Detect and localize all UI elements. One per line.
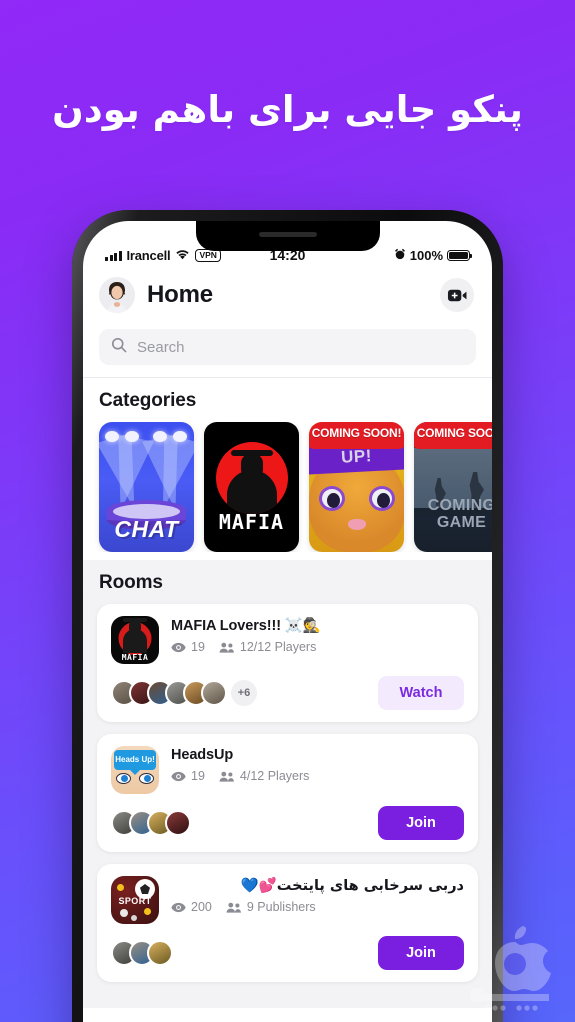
room-footer: Join bbox=[111, 806, 464, 840]
room-header: Heads Up! HeadsUp 19 4/12 Players bbox=[111, 746, 464, 794]
phone-screen: Irancell VPN 14:20 100% Home Search Cate… bbox=[83, 221, 492, 1022]
room-card[interactable]: SPORT دربی سرخابی های پایتخت💕💙 200 9 Pub… bbox=[97, 864, 478, 982]
page-title: Home bbox=[147, 281, 213, 308]
coming-soon-ribbon: COMING SOON! bbox=[309, 422, 404, 449]
more-avatars-badge: +6 bbox=[231, 680, 257, 706]
mafia-circle-icon bbox=[215, 442, 288, 514]
avatar bbox=[165, 810, 191, 836]
spotlight-lamps-icon bbox=[99, 422, 194, 448]
carrier-label: Irancell bbox=[126, 248, 171, 263]
room-card[interactable]: MAFIA MAFIA Lovers!!! ☠️🕵️ 19 12/12 Play… bbox=[97, 604, 478, 722]
avatar bbox=[201, 680, 227, 706]
status-bar-right: 100% bbox=[394, 248, 473, 263]
room-meta: HeadsUp 19 4/12 Players bbox=[171, 746, 464, 783]
players-stat: 9 Publishers bbox=[226, 900, 316, 914]
room-footer: Join bbox=[111, 936, 464, 970]
people-icon bbox=[226, 902, 241, 913]
people-icon bbox=[219, 642, 234, 653]
rooms-section: Rooms MAFIA MAFIA Lovers!!! ☠️🕵️ 19 12/1… bbox=[83, 560, 492, 1008]
views-count: 19 bbox=[191, 640, 205, 654]
avatar bbox=[147, 940, 173, 966]
categories-title: Categories bbox=[99, 390, 197, 411]
earpiece-speaker bbox=[258, 232, 317, 237]
views-stat: 200 bbox=[171, 900, 212, 914]
eye-icon bbox=[171, 771, 186, 781]
battery-percent-label: 100% bbox=[409, 248, 443, 263]
room-stats: 200 9 Publishers bbox=[171, 900, 464, 914]
category-label: COMING GAME bbox=[427, 497, 492, 532]
headsup-room-icon: Heads Up! bbox=[111, 746, 159, 794]
join-button[interactable]: Join bbox=[378, 936, 464, 970]
people-icon bbox=[219, 771, 234, 782]
players-stat: 4/12 Players bbox=[219, 769, 309, 783]
phone-mockup: Irancell VPN 14:20 100% Home Search Cate… bbox=[72, 210, 503, 1022]
category-card-headsup[interactable]: UP! COMING SOON! bbox=[309, 422, 404, 552]
players-stat: 12/12 Players bbox=[219, 640, 316, 654]
players-count: 4/12 Players bbox=[239, 769, 310, 783]
signal-bars-icon bbox=[105, 250, 122, 261]
eye-icon bbox=[171, 902, 186, 912]
battery-icon bbox=[447, 249, 473, 262]
category-label: CHAT bbox=[114, 516, 179, 542]
room-header: SPORT دربی سرخابی های پایتخت💕💙 200 9 Pub… bbox=[111, 876, 464, 924]
categories-strip[interactable]: CHAT MAFIA UP! COMING SOON! COMING GAME … bbox=[83, 422, 492, 552]
eye-icon bbox=[171, 642, 186, 652]
participant-avatars[interactable] bbox=[111, 940, 173, 966]
category-card-mafia[interactable]: MAFIA bbox=[204, 422, 299, 552]
players-count: 9 Publishers bbox=[246, 900, 316, 914]
room-stats: 19 4/12 Players bbox=[171, 769, 464, 783]
leopard-eye-icon bbox=[368, 486, 395, 511]
room-stats: 19 12/12 Players bbox=[171, 640, 464, 654]
leopard-eye-icon bbox=[318, 486, 345, 511]
status-bar-left: Irancell VPN bbox=[105, 248, 221, 263]
category-label: MAFIA bbox=[218, 510, 285, 534]
alarm-icon bbox=[394, 248, 406, 263]
views-count: 200 bbox=[191, 900, 212, 914]
leopard-nose-icon bbox=[347, 519, 366, 530]
room-name: HeadsUp bbox=[171, 747, 234, 763]
room-name: دربی سرخابی های پایتخت💕💙 bbox=[240, 878, 464, 894]
category-card-coming-game[interactable]: COMING GAME COMING SOON! bbox=[414, 422, 492, 552]
detective-silhouette-icon bbox=[226, 470, 277, 514]
vpn-badge: VPN bbox=[195, 249, 221, 262]
room-name: MAFIA Lovers!!! ☠️🕵️ bbox=[171, 618, 321, 634]
coming-soon-ribbon: COMING SOON! bbox=[414, 422, 492, 449]
views-stat: 19 bbox=[171, 769, 205, 783]
sport-room-icon: SPORT bbox=[111, 876, 159, 924]
mafia-room-icon: MAFIA bbox=[111, 616, 159, 664]
video-plus-icon[interactable] bbox=[440, 278, 474, 312]
room-footer: +6 Watch bbox=[111, 676, 464, 710]
search-icon bbox=[111, 337, 127, 358]
room-header: MAFIA MAFIA Lovers!!! ☠️🕵️ 19 12/12 Play… bbox=[111, 616, 464, 664]
rooms-title: Rooms bbox=[99, 572, 163, 593]
room-meta: MAFIA Lovers!!! ☠️🕵️ 19 12/12 Players bbox=[171, 616, 464, 654]
views-stat: 19 bbox=[171, 640, 205, 654]
search-input[interactable] bbox=[137, 338, 464, 356]
players-count: 12/12 Players bbox=[239, 640, 317, 654]
phone-notch bbox=[195, 221, 380, 251]
search-bar[interactable] bbox=[99, 329, 476, 365]
room-card[interactable]: Heads Up! HeadsUp 19 4/12 Players Join bbox=[97, 734, 478, 852]
avatar[interactable] bbox=[99, 277, 135, 313]
watch-button[interactable]: Watch bbox=[378, 676, 464, 710]
category-card-chat[interactable]: CHAT bbox=[99, 422, 194, 552]
room-meta: دربی سرخابی های پایتخت💕💙 200 9 Publisher… bbox=[171, 876, 464, 914]
wifi-icon bbox=[175, 248, 190, 263]
views-count: 19 bbox=[191, 769, 205, 783]
participant-avatars[interactable]: +6 bbox=[111, 680, 257, 706]
participant-avatars[interactable] bbox=[111, 810, 191, 836]
promo-headline: پنکو جایی برای باهم بودن bbox=[52, 88, 523, 131]
join-button[interactable]: Join bbox=[378, 806, 464, 840]
app-header: Home bbox=[83, 267, 492, 319]
